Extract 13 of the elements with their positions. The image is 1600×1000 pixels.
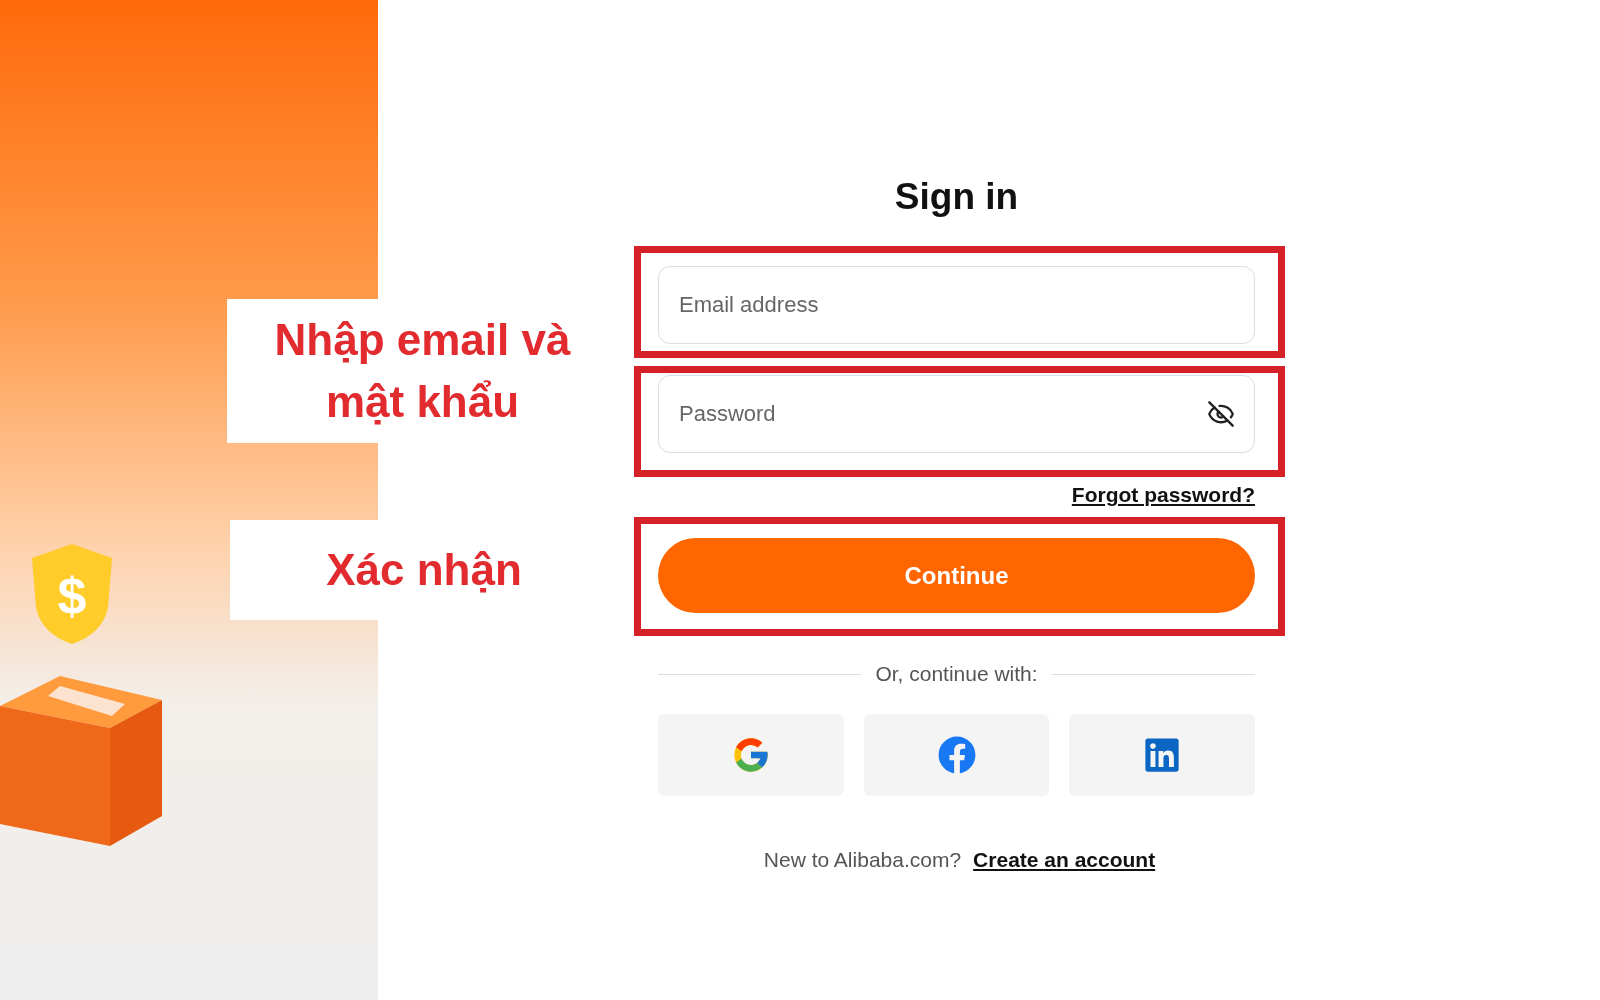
create-account-link[interactable]: Create an account [973,848,1156,872]
social-sign-in-button[interactable] [863,714,1050,796]
new-account-text: New to Alibaba.com? [763,848,962,872]
in-logo-icon [1143,736,1182,774]
password-field[interactable]: Password [658,375,1255,453]
social-sign-in-button[interactable] [1069,714,1255,796]
sign-in-title: Sign in [893,176,1020,218]
forgot-password-link[interactable]: Forgot password? [1071,483,1255,507]
divider-text: Or, continue with: [875,662,1038,686]
email-field[interactable]: Email address [658,266,1255,344]
f-logo-icon [937,736,976,774]
social-sign-in-button[interactable] [658,714,844,796]
eye-slash-icon[interactable] [1207,400,1235,428]
